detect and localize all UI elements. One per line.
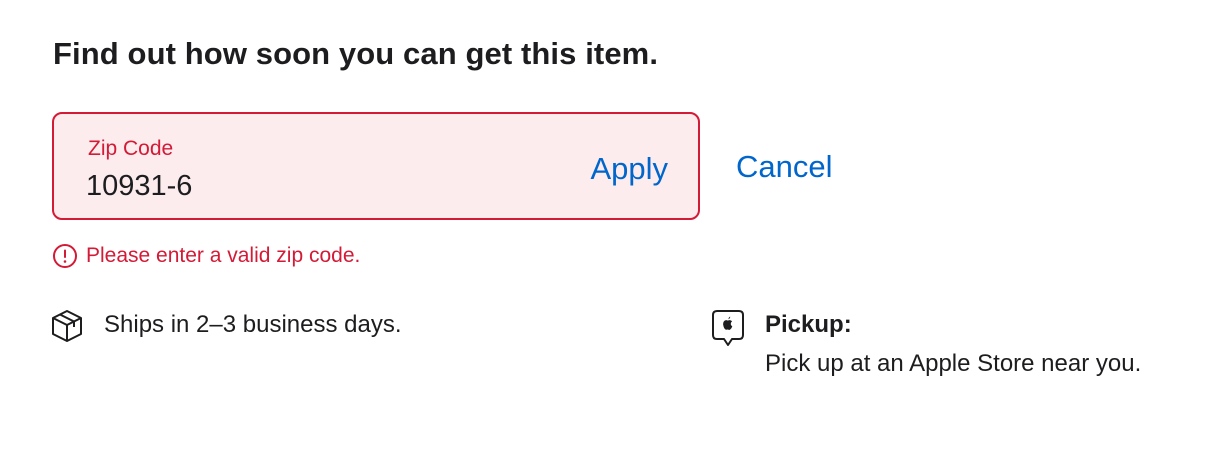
shipping-text: Ships in 2–3 business days. bbox=[104, 311, 402, 338]
zip-code-label: Zip Code bbox=[88, 137, 174, 160]
cancel-button[interactable]: Cancel bbox=[736, 147, 833, 187]
pickup-text: Pickup: Pick up at an Apple Store near y… bbox=[765, 306, 1185, 384]
error-text: Please enter a valid zip code. bbox=[86, 244, 361, 267]
delivery-availability-panel: Find out how soon you can get this item.… bbox=[0, 0, 1206, 474]
page-title: Find out how soon you can get this item. bbox=[53, 36, 659, 71]
error-alert-icon bbox=[52, 243, 78, 269]
zip-code-field[interactable]: Zip Code Apply bbox=[52, 112, 700, 220]
box-icon bbox=[50, 308, 84, 344]
pickup-description: Pick up at an Apple Store near you. bbox=[765, 350, 1142, 377]
zip-error-message: Please enter a valid zip code. bbox=[52, 242, 360, 270]
zip-code-input[interactable] bbox=[86, 166, 546, 206]
pickup-title: Pickup: bbox=[765, 311, 852, 338]
shipping-info: Ships in 2–3 business days. bbox=[50, 306, 402, 344]
apply-button[interactable]: Apply bbox=[590, 149, 668, 189]
apple-store-icon bbox=[710, 308, 746, 348]
pickup-info: Pickup: Pick up at an Apple Store near y… bbox=[710, 306, 1185, 384]
